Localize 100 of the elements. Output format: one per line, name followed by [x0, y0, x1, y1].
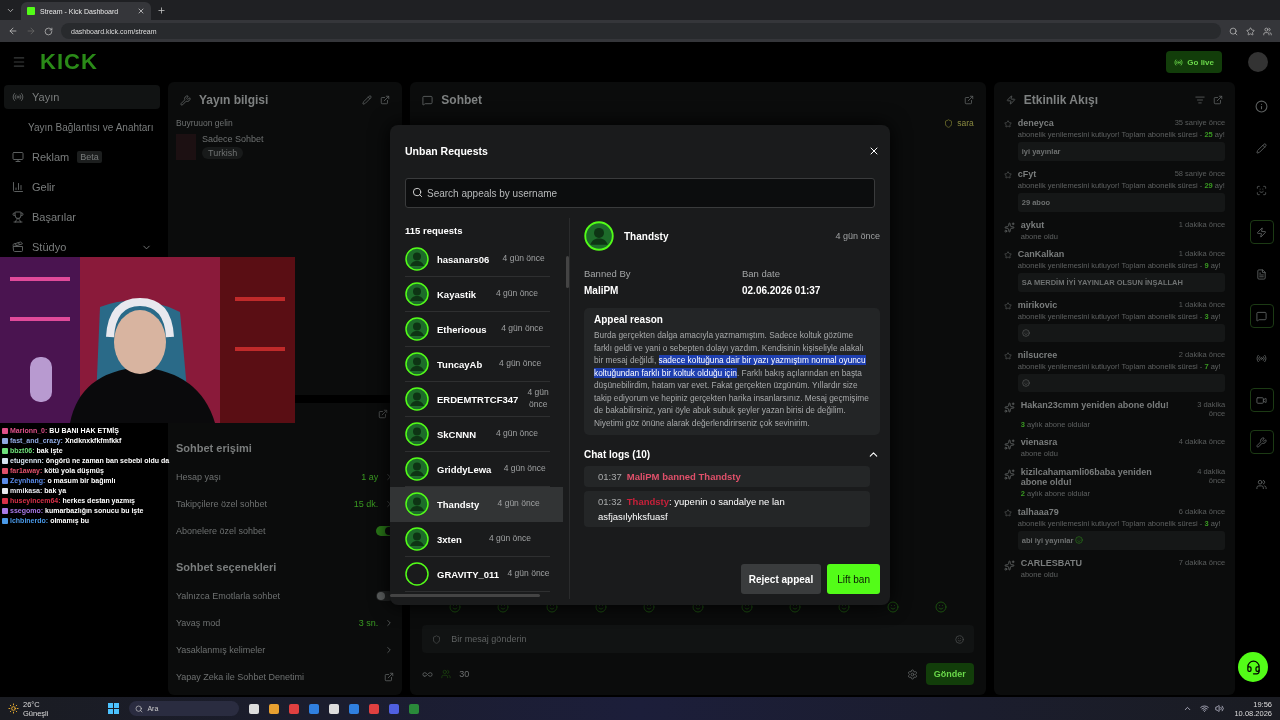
request-item[interactable]: 3xten 4 gün önce [405, 522, 550, 557]
popout-icon[interactable] [1213, 95, 1224, 105]
sparkle-icon [1003, 559, 1015, 571]
menu-icon[interactable] [12, 55, 26, 69]
badge-icon [944, 118, 954, 128]
tray-icon[interactable] [1183, 704, 1193, 713]
chat-log-entry: 01:37 MaliPM banned Thandsty [584, 466, 870, 487]
username: talhaaa79 [1017, 506, 1059, 517]
username: CanKalkan [1017, 249, 1065, 260]
username: Thandsty [624, 230, 670, 242]
search-icon[interactable] [1229, 26, 1238, 36]
headset-icon [1245, 659, 1261, 675]
username: Hakan23cmm yeniden abone oldu! [1020, 399, 1169, 412]
request-item[interactable]: Kayastik 4 gün önce [405, 277, 550, 312]
sidebar-item[interactable]: Yayın Bağlantısı ve Anahtarı [4, 115, 160, 139]
sidebar-item[interactable]: Gelir [4, 175, 160, 199]
request-item[interactable]: GRAVITY_011 4 gün önce [405, 557, 550, 592]
avatar [405, 352, 429, 376]
sidebar-item[interactable]: Yayın [4, 85, 160, 109]
field-label: Ban date [742, 268, 782, 279]
profile-icon[interactable] [1263, 26, 1272, 36]
setting-label: Yasaklanmış kelimeler [176, 644, 267, 655]
setting-label: Yapay Zeka ile Sohbet Denetimi [176, 671, 305, 682]
search-icon [135, 704, 144, 713]
chat-icon[interactable] [1249, 304, 1274, 328]
username: vienasra [1020, 437, 1058, 448]
emote-icon [1021, 378, 1030, 387]
field-value: 02.06.2026 01:37 [742, 285, 822, 296]
film-icon [12, 241, 24, 253]
new-tab-icon[interactable] [157, 5, 166, 15]
bookmark-icon[interactable] [1246, 26, 1255, 36]
sidebar-item[interactable]: Reklam Beta [4, 145, 160, 169]
close-button[interactable] [868, 145, 880, 157]
star-icon [1003, 302, 1012, 310]
request-item[interactable]: TuncayAb 4 gün önce [405, 347, 550, 382]
send-button[interactable]: Gönder [925, 663, 974, 685]
app-icon[interactable] [329, 703, 340, 714]
volume-icon[interactable] [1215, 704, 1225, 713]
video-icon[interactable] [1249, 388, 1274, 412]
username: aykut [1020, 219, 1045, 230]
avatar [405, 247, 429, 271]
logo: KICK [40, 49, 98, 75]
app-icon[interactable] [249, 703, 260, 714]
appeal-title: Appeal reason [594, 314, 664, 325]
request-item[interactable]: hasanars06 4 gün önce [405, 242, 550, 277]
avatar [405, 422, 429, 446]
filter-icon[interactable] [1195, 95, 1206, 105]
broadcast-icon [1174, 57, 1184, 67]
setting-label: Yalnızca Emotlarla sohbet [176, 590, 281, 601]
avatar [584, 221, 614, 251]
request-item[interactable]: Etherioous 4 gün önce [405, 312, 550, 347]
sparkle-icon [1003, 401, 1015, 413]
popout-icon[interactable] [380, 95, 391, 105]
sidebar-item[interactable]: Başarılar [4, 205, 160, 229]
external-link-icon[interactable] [384, 671, 395, 682]
bolt-icon[interactable] [1249, 220, 1274, 244]
star-icon [1003, 170, 1012, 179]
emote-icon[interactable] [935, 601, 948, 613]
chart-icon [12, 181, 24, 193]
viewer-count: 30 [459, 669, 470, 679]
avatar [405, 387, 429, 411]
emoji-icon[interactable] [954, 634, 964, 644]
reload-icon[interactable] [44, 26, 53, 36]
wifi-icon[interactable] [1200, 704, 1210, 713]
badge-icon [432, 634, 442, 644]
request-item[interactable]: SkCNNN 4 gün önce [405, 417, 550, 452]
go-live-button[interactable]: Go live [1166, 51, 1222, 73]
popout-icon[interactable] [963, 95, 974, 105]
edit-icon[interactable] [362, 95, 373, 105]
appeal-text: Burda gerçekten dalga amacıyla yazmamıştım. Sadece koltuk gözüme farklı geldi ve yani o sebepten dolayı yazdım. Kendisinin kişiseliyle alakalı bir mesaj değildi, sadece koltuğuna dair bir yazı yazmıştım normal oyuncu koltuğundan farklı bir koltuk olduğu için. Farklı bakış açılarından en başta düşünebilirdim, hatam var evet. Fakat gerçekten üzgünüm. Yıllardır size takip ediyorum ve hepiniz gerçekten harika insanlarsınız. Mesaj geçmişime de bakabilirsiniz, yani öyle abuk subuk şeyler yazan birisi de değilim. Niyetimi göz önüne alarak değerlendirirseniz çok sevinirim. [594, 329, 870, 429]
back-icon[interactable] [8, 26, 18, 36]
support-button[interactable] [1238, 652, 1268, 682]
app-icon[interactable] [269, 703, 280, 714]
emote-icon[interactable] [886, 601, 899, 613]
sparkle-icon [1003, 439, 1015, 451]
category-name: Sadece Sohbet [202, 134, 264, 144]
lift-ban-button[interactable]: Lift ban [827, 564, 880, 594]
wrench-icon[interactable] [1249, 430, 1274, 454]
settings-icon[interactable] [906, 668, 918, 680]
close-icon[interactable] [137, 7, 145, 15]
request-item[interactable]: ERDEMTRTCF347 4 gün önce [405, 382, 550, 417]
setting-label: Yavaş mod [176, 617, 222, 628]
panel-title: Etkinlik Akışı [1023, 93, 1099, 107]
request-item[interactable]: Thandsty 4 gün önce [390, 487, 563, 522]
star-icon [1003, 251, 1012, 260]
avatar[interactable] [1248, 52, 1268, 72]
reject-button[interactable]: Reject appeal [740, 564, 822, 594]
sidebar-item[interactable]: Stüdyo [4, 235, 160, 259]
windows-icon[interactable] [108, 703, 120, 714]
forward-icon[interactable] [26, 26, 36, 36]
chat-icon [422, 94, 434, 106]
popout-icon[interactable] [378, 409, 389, 419]
request-count: 115 requests [405, 223, 464, 238]
weather-icon [8, 703, 19, 714]
dialog-title: Unban Requests [405, 145, 488, 157]
section-title: Sohbet erişimi [176, 441, 253, 456]
field-value: MaliPM [584, 285, 620, 296]
search-field[interactable]: Search appeals by username [405, 178, 875, 208]
avatar [405, 492, 429, 516]
trophy-icon [12, 211, 24, 223]
